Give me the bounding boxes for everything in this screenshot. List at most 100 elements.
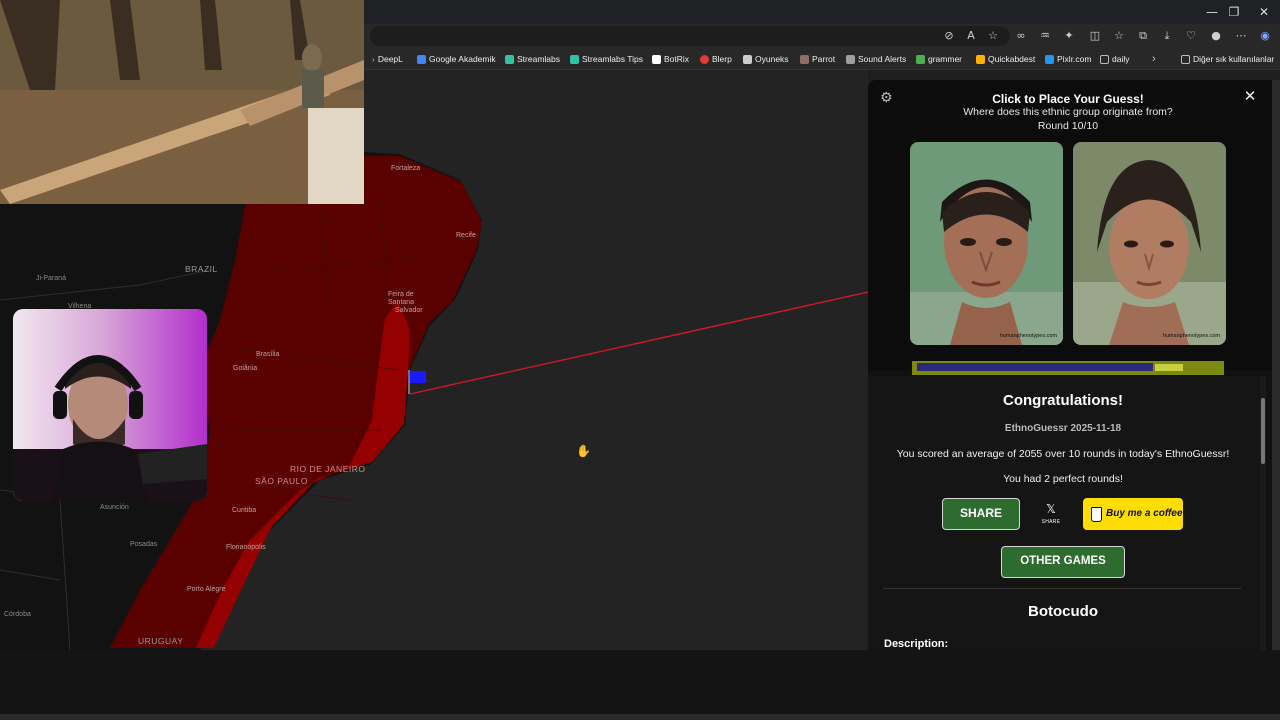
sound-alerts-icon: [846, 54, 855, 64]
hand-cursor-icon: ✋: [576, 444, 591, 458]
female-face-image: humanphenotypes.com: [1073, 142, 1226, 345]
other-bookmarks-folder[interactable]: Diğer sık kullanılanlar: [1181, 51, 1274, 67]
bookmark-daily-folder[interactable]: daily: [1100, 51, 1129, 67]
screen: — ❐ ✕ ⊘ A ☆ ∞ ♒ ✦ ◫ ☆ ⧉ ⤓ ♡ ● ⋯ ◉ › DeepL…: [0, 0, 1280, 720]
bookmark-streamlabs[interactable]: Streamlabs: [505, 51, 560, 67]
congrats-heading: Congratulations!: [1003, 392, 1123, 409]
bookmark-blerp[interactable]: Blerp: [700, 51, 732, 67]
scrollbar-thumb[interactable]: [1261, 398, 1265, 464]
streamlabs-icon: [570, 54, 579, 64]
folder-icon: [1181, 54, 1190, 64]
divider: [883, 588, 1241, 589]
audio-extension-icon[interactable]: ♒: [1036, 28, 1054, 44]
city-label: Asunción: [100, 504, 129, 511]
x-share-label: SHARE: [1041, 519, 1061, 525]
male-face-image: humanphenotypes.com: [910, 142, 1063, 345]
results-section: Congratulations! EthnoGuessr 2025-11-18 …: [868, 376, 1262, 650]
round-indicator: Round 10/10: [1037, 120, 1099, 132]
folder-icon: [1100, 54, 1109, 64]
address-bar[interactable]: [370, 26, 1010, 46]
panel-scrollbar[interactable]: [1260, 376, 1266, 650]
collections-icon[interactable]: ⧉: [1134, 28, 1152, 44]
score-progress-bar: [912, 361, 1224, 375]
x-share-button[interactable]: 𝕏 SHARE: [1038, 502, 1064, 525]
city-label: Curitiba: [232, 507, 257, 514]
bookmark-parrot[interactable]: Parrot: [800, 51, 835, 67]
extensions-icon[interactable]: ✦: [1060, 28, 1078, 44]
other-games-button[interactable]: OTHER GAMES: [1001, 546, 1125, 578]
region-label: BRAZIL: [185, 264, 218, 274]
city-label: Brasília: [256, 351, 280, 358]
copilot-icon[interactable]: ◉: [1256, 28, 1274, 44]
page-edge: [1272, 80, 1280, 650]
blerp-icon: [700, 54, 709, 64]
stream-overlay-video: [0, 0, 364, 204]
bookmark-botrix[interactable]: BotRix: [652, 51, 689, 67]
pixlr-icon: [1045, 54, 1054, 64]
city-label: Porto Alegre: [187, 586, 226, 593]
bookmark-google-akademik[interactable]: Google Akademik: [417, 51, 496, 67]
streamlabs-icon: [505, 54, 514, 64]
perfect-rounds-text: You had 2 perfect rounds!: [1003, 473, 1123, 485]
score-summary: You scored an average of 2055 over 10 ro…: [896, 448, 1230, 460]
favorite-star-icon[interactable]: ☆: [984, 28, 1002, 44]
read-aloud-icon[interactable]: A: [962, 28, 980, 44]
grammar-icon: [916, 54, 925, 64]
close-icon[interactable]: ✕: [1252, 3, 1276, 21]
description-heading: Description:: [884, 638, 949, 650]
restore-icon[interactable]: ❐: [1222, 3, 1246, 21]
panel-header: ⚙ ✕ Click to Place Your Guess! Where doe…: [868, 80, 1272, 375]
bookmark-deepl[interactable]: › DeepL: [372, 51, 403, 67]
botrix-icon: [652, 54, 661, 64]
minimize-icon[interactable]: —: [1200, 3, 1224, 21]
game-date-label: EthnoGuessr 2025-11-18: [1004, 423, 1122, 434]
favorites-icon[interactable]: ☆: [1110, 28, 1128, 44]
ethnic-group-name: Botocudo: [1028, 603, 1098, 620]
ethnoguessr-panel: ⚙ ✕ Click to Place Your Guess! Where doe…: [868, 80, 1272, 650]
city-label: Ji-Paraná: [36, 275, 66, 282]
extension-icon[interactable]: ∞: [1012, 28, 1030, 44]
region-label: URUGUAY: [138, 636, 184, 646]
streamer-webcam: [13, 309, 207, 501]
city-label: Salvador: [395, 307, 423, 314]
bookmark-oyuneks[interactable]: Oyuneks: [743, 51, 789, 67]
city-label: Goiânia: [233, 365, 258, 372]
chevron-right-icon[interactable]: ›: [1152, 51, 1156, 67]
split-screen-icon[interactable]: ◫: [1086, 28, 1104, 44]
bookmark-streamlabs-tips[interactable]: Streamlabs Tips: [570, 51, 643, 67]
x-logo-icon: 𝕏: [1046, 502, 1056, 516]
coffee-label: Buy me a coffee: [1106, 508, 1183, 519]
city-label: Florianópolis: [226, 544, 266, 551]
screen-bottom-area: [0, 650, 1280, 720]
share-button[interactable]: SHARE: [942, 498, 1020, 530]
bookmark-pixlr[interactable]: Pixlr.com: [1045, 51, 1091, 67]
city-label: Fortaleza: [391, 165, 421, 172]
bookmark-grammer[interactable]: grammer: [916, 51, 962, 67]
region-label: RIO DE JANEIRO: [290, 464, 366, 474]
buy-me-a-coffee-button[interactable]: Buy me a coffee: [1083, 498, 1183, 530]
bookmark-quickabdest[interactable]: Quickabdest: [976, 51, 1035, 67]
score-progress-fill: [917, 363, 1153, 371]
browser-essentials-icon[interactable]: ♡: [1182, 28, 1200, 44]
panel-title: Click to Place Your Guess!: [992, 92, 1144, 106]
city-label: Recife: [456, 232, 476, 239]
more-icon[interactable]: ⋯: [1232, 28, 1250, 44]
guess-flag-icon: [410, 371, 426, 383]
image-credit: humanphenotypes.com: [1162, 333, 1220, 339]
city-label: Córdoba: [4, 611, 31, 618]
bookmark-sound-alerts[interactable]: Sound Alerts: [846, 51, 906, 67]
downloads-icon[interactable]: ⤓: [1158, 28, 1176, 44]
city-label: Feira de Santana: [388, 291, 415, 306]
quickabdest-icon: [976, 54, 985, 64]
parrot-icon: [800, 54, 809, 64]
google-scholar-icon: [417, 54, 426, 64]
coffee-cup-icon: [1091, 506, 1102, 522]
region-label: SÃO PAULO: [255, 476, 308, 486]
image-credit: humanphenotypes.com: [999, 333, 1057, 339]
panel-subtitle: Where does this ethnic group originate f…: [963, 106, 1173, 118]
taskbar-strip: [0, 714, 1280, 720]
tracking-prevention-icon[interactable]: ⊘: [940, 28, 958, 44]
oyuneks-icon: [743, 54, 752, 64]
score-progress-marker: [1155, 364, 1183, 371]
profile-avatar-icon[interactable]: ●: [1207, 28, 1225, 44]
